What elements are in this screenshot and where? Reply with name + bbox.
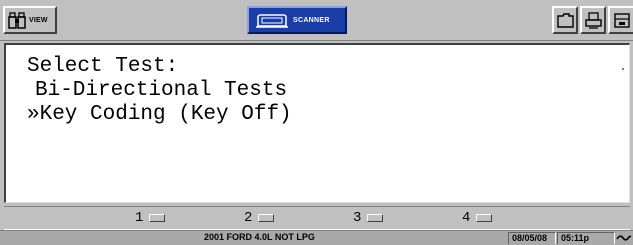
function-key-2-label: 2 [244,210,253,226]
scanner-icon [256,14,288,28]
function-key-3-label: 3 [353,210,362,226]
menu-item-bidirectional-tests[interactable]: Bi-Directional Tests [35,80,287,102]
function-key-4-button-icon [476,214,492,222]
menu-title: Select Test: [27,55,179,78]
save-icon [614,13,630,28]
function-key-1-button-icon [149,214,165,222]
binoculars-icon [8,12,26,29]
status-time: 05:11p [557,232,615,244]
scanner-button[interactable]: SCANNER [247,6,347,34]
folder-icon [557,13,574,28]
vehicle-info: 2001 FORD 4.0L NOT LPG [204,232,315,242]
function-key-1-label: 1 [135,210,144,226]
view-button-label: VIEW [29,17,48,24]
status-bar: 2001 FORD 4.0L NOT LPG 08/05/08 05:11p [0,230,633,245]
function-key-4-label: 4 [462,210,471,226]
status-date: 08/05/08 [508,232,556,244]
display-marker [622,68,624,70]
print-button[interactable] [580,6,606,34]
view-button[interactable]: VIEW [3,6,57,34]
menu-item-key-coding-selected[interactable]: »Key Coding (Key Off) [27,104,292,126]
toolbar: VIEW SCANNER [0,0,633,41]
printer-icon [585,12,602,29]
scanner-button-label: SCANNER [293,17,330,24]
function-key-3-button-icon [367,214,383,222]
signal-wave-icon [616,235,632,241]
save-button[interactable] [608,6,633,34]
folder-button[interactable] [552,6,578,34]
scanner-display: Select Test: Bi-Directional Tests »Key C… [4,43,630,203]
function-key-2-button-icon [258,214,274,222]
function-key-bar: 1 2 3 4 [4,206,630,230]
